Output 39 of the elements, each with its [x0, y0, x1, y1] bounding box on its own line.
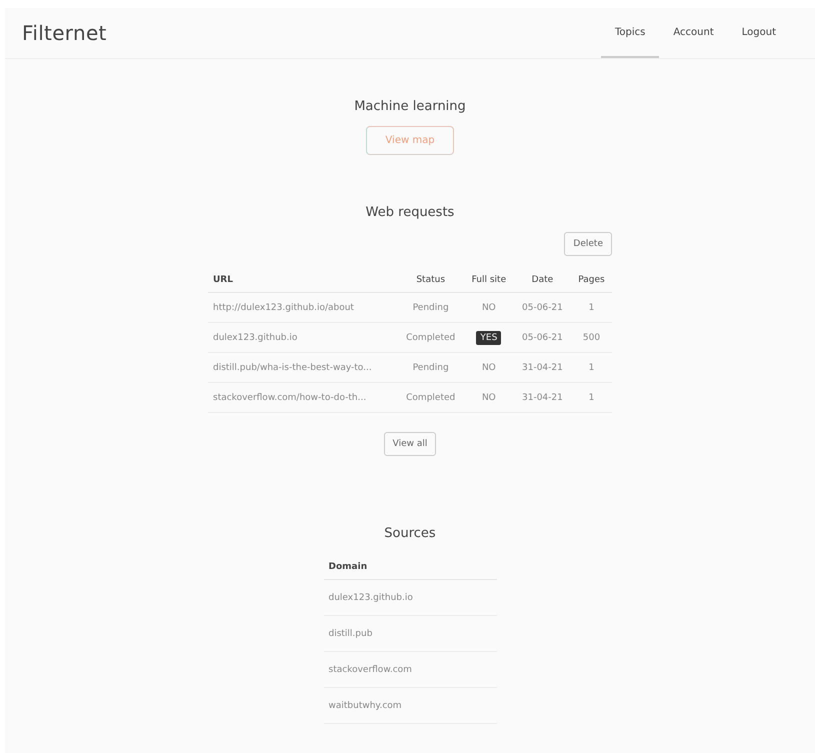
table-cell: distill.pub/wha-is-the-best-way-to... [213, 362, 372, 372]
delete-button[interactable]: Delete [564, 232, 612, 256]
section-title: Web requests [366, 205, 454, 220]
section-title: Sources [384, 526, 436, 541]
view-all-button[interactable]: View all [384, 432, 436, 456]
topic-title: Machine learning [354, 99, 466, 114]
table-cell: 31-04-21 [522, 362, 563, 372]
brand-title: Filternet [22, 21, 107, 45]
nav-link[interactable]: Account [659, 8, 728, 58]
column-header: Full site [464, 268, 514, 292]
yes-tag: YES [476, 330, 502, 344]
table-cell: 05-06-21 [522, 332, 563, 342]
table-cell: stackoverflow.com/how-to-do-th... [213, 392, 366, 402]
table-cell: Pending [412, 302, 449, 312]
table-cell: Completed [406, 332, 456, 342]
table-cell-text: NO [480, 392, 497, 404]
table-cell: Pending [412, 362, 449, 372]
table-cell: distill.pub [328, 628, 372, 638]
table-cell: 1 [588, 362, 594, 372]
column-header: Pages [571, 268, 612, 292]
table-cell-text: NO [480, 362, 497, 374]
table-cell: Completed [406, 392, 456, 402]
table-cell: http://dulex123.github.io/about [213, 302, 354, 312]
table-cell-text: NO [480, 302, 497, 314]
table-cell: dulex123.github.io [213, 332, 298, 342]
table-cell: waitbutwhy.com [328, 700, 402, 710]
table-cell: stackoverflow.com [328, 664, 412, 674]
table-cell: dulex123.github.io [328, 592, 413, 602]
table-cell: 05-06-21 [522, 302, 563, 312]
column-header: URL [208, 268, 398, 292]
nav-link[interactable]: Topics [600, 8, 660, 58]
column-header: Status [398, 268, 464, 292]
table-cell: 31-04-21 [522, 392, 563, 402]
table-cell: 1 [588, 302, 594, 312]
column-header: Domain [324, 555, 496, 580]
table-cell: 1 [588, 392, 594, 402]
column-header: Date [514, 268, 571, 292]
table-cell: 500 [582, 332, 600, 342]
nav-link[interactable]: Logout [728, 8, 790, 58]
